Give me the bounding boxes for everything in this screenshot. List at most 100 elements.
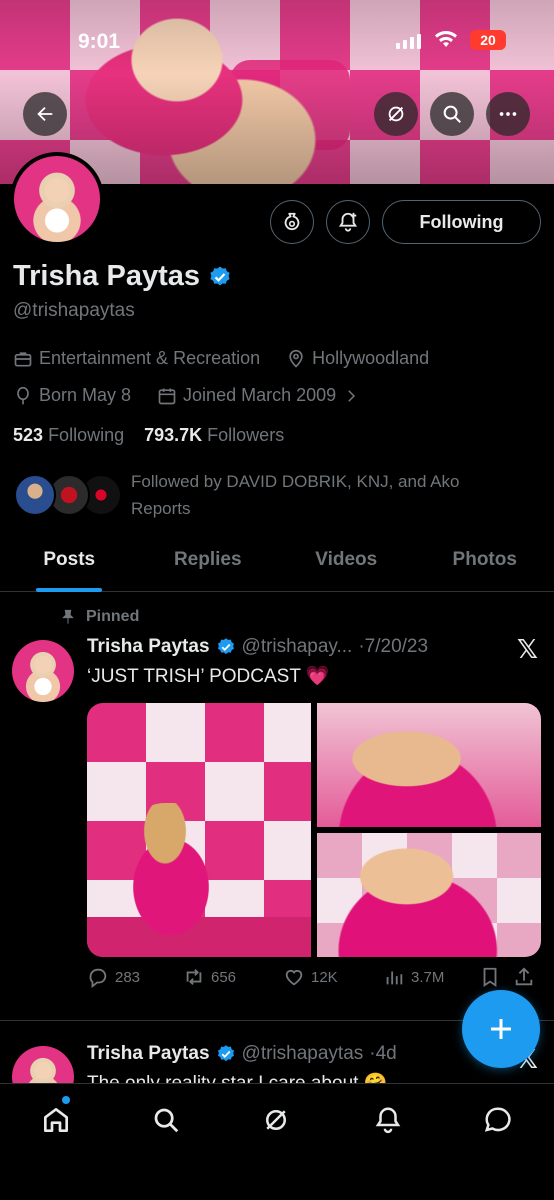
post-image[interactable] (87, 703, 311, 957)
followers-link[interactable]: 793.7K Followers (144, 425, 284, 446)
views-count: 3.7M (411, 968, 445, 986)
profile-meta-line-2: Born May 8 Joined March 2009 (13, 385, 360, 406)
share-icon (515, 967, 533, 986)
post-author-handle[interactable]: @trishapaytas (242, 1043, 364, 1065)
following-link[interactable]: 523 Following (13, 425, 124, 446)
tab-replies[interactable]: Replies (139, 540, 278, 591)
nav-grok[interactable] (256, 1100, 296, 1140)
post-date[interactable]: ·7/20/23 (358, 636, 428, 658)
profile-handle: @trishapaytas (13, 300, 135, 321)
pinned-indicator: Pinned (60, 608, 139, 626)
pin-icon (62, 609, 74, 624)
arrow-left-icon (37, 106, 53, 122)
post-image[interactable] (317, 833, 541, 957)
bookmark-icon (483, 967, 497, 987)
post-header: Trisha Paytas @trishapay... ·7/20/23 (87, 636, 428, 658)
nav-search[interactable] (146, 1100, 186, 1140)
nav-notifications[interactable] (368, 1100, 408, 1140)
followed-by-avatars[interactable] (14, 474, 122, 520)
bell-icon (375, 1107, 401, 1134)
cellular-signal-icon (396, 34, 421, 49)
grok-button[interactable] (374, 92, 418, 136)
profile-name-row: Trisha Paytas (13, 260, 232, 293)
x-logo-icon: 𝕏 (517, 634, 538, 664)
followers-label: Followers (207, 425, 285, 445)
like-button[interactable]: 12K (283, 966, 383, 988)
post-media-grid (87, 703, 541, 957)
profile-tabs: Posts Replies Videos Photos (0, 540, 554, 592)
profile-joined[interactable]: Joined March 2009 (183, 385, 336, 406)
nav-messages[interactable] (478, 1100, 518, 1140)
repost-button[interactable]: 656 (183, 966, 283, 988)
post-text: ‘JUST TRISH’ PODCAST 💗 (87, 666, 330, 687)
more-button[interactable] (486, 92, 530, 136)
bottom-navigation (0, 1083, 554, 1200)
search-icon (443, 105, 461, 123)
followed-by-text[interactable]: Followed by DAVID DOBRIK, KNJ, and Ako R… (131, 468, 511, 522)
status-bar: 9:01 20 (0, 26, 554, 56)
share-button[interactable] (513, 966, 535, 988)
profile-name: Trisha Paytas (13, 260, 200, 292)
views-icon (386, 971, 403, 985)
status-time: 9:01 (78, 30, 121, 53)
profile-location: Hollywoodland (312, 348, 430, 368)
bell-plus-icon (338, 212, 358, 232)
bookmark-button[interactable] (479, 966, 513, 988)
avatar (14, 474, 56, 516)
profile-meta-line-1: Entertainment & Recreation Hollywoodland (13, 348, 429, 369)
tab-photos[interactable]: Photos (416, 540, 554, 591)
post-actions: 283 656 12K 3.7M (87, 966, 541, 988)
tab-videos[interactable]: Videos (277, 540, 416, 591)
like-count: 12K (311, 968, 338, 986)
heart-icon (285, 969, 303, 986)
plus-icon (491, 1019, 511, 1039)
post-date[interactable]: ·4d (369, 1043, 396, 1065)
reply-button[interactable]: 283 (87, 966, 183, 988)
search-button[interactable] (430, 92, 474, 136)
profile-birthday: Born May 8 (39, 385, 132, 405)
followers-count: 793.7K (144, 425, 203, 445)
calendar-icon (158, 388, 176, 404)
battery-indicator: 20 (470, 30, 506, 50)
post-header: Trisha Paytas @trishapaytas ·4d (87, 1043, 397, 1065)
briefcase-icon (14, 351, 32, 366)
grok-profile-button[interactable] (270, 200, 314, 244)
pink-heart-emoji: 💗 (305, 666, 330, 687)
search-icon (154, 1108, 179, 1133)
views-button[interactable]: 3.7M (383, 966, 479, 988)
chevron-right-icon[interactable] (342, 387, 360, 405)
repost-count: 656 (211, 968, 237, 986)
location-pin-icon (289, 349, 303, 368)
home-unread-dot (62, 1096, 70, 1104)
reply-count: 283 (115, 968, 141, 986)
back-button[interactable] (23, 92, 67, 136)
compose-button[interactable] (462, 990, 540, 1068)
profile-avatar[interactable] (10, 152, 104, 246)
more-horizontal-icon (499, 112, 517, 116)
following-count: 523 (13, 425, 44, 445)
birthday-balloon-icon (17, 386, 29, 404)
post-author-handle[interactable]: @trishapay... (242, 636, 353, 658)
grok-icon (284, 212, 300, 231)
verified-badge-icon (217, 1045, 234, 1062)
following-label: Following (48, 425, 125, 445)
reply-icon (89, 968, 107, 988)
post-image[interactable] (317, 703, 541, 827)
pinned-label: Pinned (86, 608, 140, 625)
post-avatar[interactable] (12, 640, 74, 702)
post-author-name[interactable]: Trisha Paytas (87, 1043, 210, 1065)
tab-posts[interactable]: Posts (0, 540, 139, 591)
nav-home[interactable] (36, 1100, 76, 1140)
repost-icon (186, 969, 202, 985)
grok-icon (266, 1110, 286, 1130)
profile-category[interactable]: Entertainment & Recreation (39, 348, 260, 369)
follow-counts: 523 Following 793.7K Followers (13, 425, 284, 446)
home-icon (44, 1108, 68, 1132)
post-author-name[interactable]: Trisha Paytas (87, 636, 210, 658)
notifications-subscribe-button[interactable] (326, 200, 370, 244)
following-button[interactable]: Following (382, 200, 541, 244)
message-icon (484, 1107, 511, 1132)
verified-badge-icon (210, 266, 230, 285)
verified-badge-icon (217, 638, 234, 655)
wifi-icon (434, 30, 458, 53)
